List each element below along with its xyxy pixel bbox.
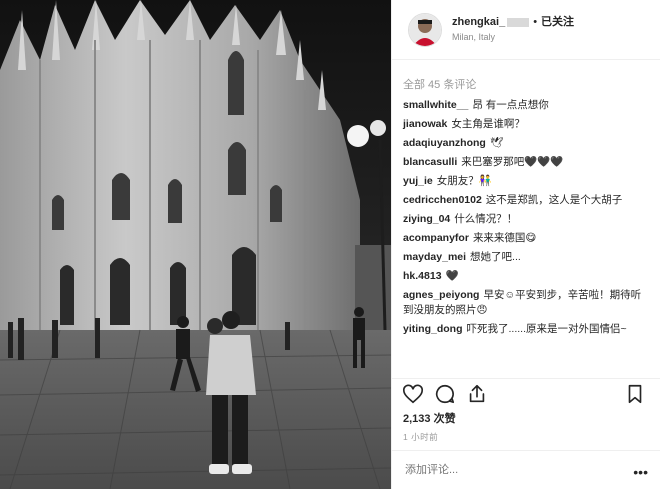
comment-text: 🖤 bbox=[445, 270, 459, 282]
post-photo[interactable] bbox=[0, 0, 391, 489]
comment-item: hk.4813 🖤 bbox=[403, 269, 660, 284]
comment-input[interactable] bbox=[403, 463, 607, 477]
comment-username[interactable]: jianowak bbox=[403, 118, 447, 130]
comment-text: 昂 有一点点想你 bbox=[472, 99, 549, 111]
comment-text: 想她了吧... bbox=[470, 251, 521, 263]
comment-item: cedricchen0102 这不是郑凯，这人是个大胡子 bbox=[403, 193, 660, 208]
comment-text: 🕊 bbox=[489, 137, 504, 149]
post-timestamp: 1 小时前 bbox=[403, 432, 439, 442]
cathedral-photo bbox=[0, 0, 391, 489]
like-count[interactable]: 2,133 次赞 bbox=[403, 410, 456, 426]
comment-item: smallwhite__ 昂 有一点点想你 bbox=[403, 98, 660, 113]
comment-text: 女朋友？👫 bbox=[436, 175, 492, 187]
comment-icon[interactable] bbox=[434, 383, 456, 405]
comment-text: 这不是郑凯，这人是个大胡子 bbox=[485, 194, 623, 206]
follow-status-button[interactable]: 已关注 bbox=[541, 15, 574, 30]
comment-item: adaqiuyanzhong 🕊 bbox=[403, 136, 660, 151]
separator-dot: • bbox=[533, 15, 538, 28]
comment-item: yiting_dong 吓死我了......原来是一对外国情侣~ bbox=[403, 322, 660, 337]
comment-username[interactable]: blancasulli bbox=[403, 156, 457, 168]
comment-username[interactable]: ziying_04 bbox=[403, 213, 450, 225]
comment-username[interactable]: acompanyfor bbox=[403, 232, 469, 244]
comment-username[interactable]: yuj_ie bbox=[403, 175, 433, 187]
location-link[interactable]: Milan, Italy bbox=[452, 30, 574, 45]
comment-item: acompanyfor 来来来德国😋 bbox=[403, 231, 660, 246]
redacted-block bbox=[507, 17, 530, 27]
comment-item: ziying_04 什么情况？！ bbox=[403, 212, 660, 227]
comment-username[interactable]: cedricchen0102 bbox=[403, 194, 482, 206]
comment-text: 吓死我了......原来是一对外国情侣~ bbox=[466, 323, 627, 335]
avatar[interactable] bbox=[408, 12, 442, 47]
post-sidebar: zhengkai_ • 已关注 Milan, Italy 全部 45 条评论 s… bbox=[391, 0, 660, 489]
comment-text: 来来来德国😋 bbox=[472, 232, 537, 244]
comment-username[interactable]: adaqiuyanzhong bbox=[403, 137, 486, 149]
action-bar bbox=[392, 378, 660, 408]
post-header: zhengkai_ • 已关注 Milan, Italy bbox=[392, 0, 660, 60]
comment-item: agnes_peiyong 早安☺平安到步，辛苦啦！期待听到没朋友的照片😠 bbox=[403, 288, 660, 318]
add-comment-bar: ••• bbox=[392, 450, 660, 489]
comment-username[interactable]: yiting_dong bbox=[403, 323, 463, 335]
comment-item: yuj_ie 女朋友？👫 bbox=[403, 174, 660, 189]
share-icon[interactable] bbox=[466, 383, 488, 405]
comment-username[interactable]: mayday_mei bbox=[403, 251, 466, 263]
post-username[interactable]: zhengkai_ bbox=[452, 15, 505, 30]
comment-username[interactable]: smallwhite__ bbox=[403, 99, 468, 111]
comment-text: 来巴塞罗那吧🖤🖤🖤 bbox=[461, 156, 564, 168]
comments-list[interactable]: 全部 45 条评论 smallwhite__ 昂 有一点点想你 jianowak 女… bbox=[392, 60, 660, 378]
comment-text: 女主角是谁啊？ bbox=[451, 118, 525, 130]
comment-item: jianowak 女主角是谁啊？ bbox=[403, 117, 660, 132]
more-options-icon[interactable]: ••• bbox=[633, 464, 648, 480]
comment-item: blancasulli 来巴塞罗那吧🖤🖤🖤 bbox=[403, 155, 660, 170]
comment-username[interactable]: agnes_peiyong bbox=[403, 289, 479, 301]
bookmark-icon[interactable] bbox=[624, 383, 646, 405]
heart-icon[interactable] bbox=[402, 383, 424, 405]
comment-item: mayday_mei 想她了吧... bbox=[403, 250, 660, 265]
view-all-comments[interactable]: 全部 45 条评论 bbox=[403, 76, 660, 92]
avatar-image bbox=[409, 13, 441, 46]
post-dialog: zhengkai_ • 已关注 Milan, Italy 全部 45 条评论 s… bbox=[0, 0, 660, 489]
comment-text: 什么情况？！ bbox=[454, 213, 518, 225]
comment-username[interactable]: hk.4813 bbox=[403, 270, 442, 282]
